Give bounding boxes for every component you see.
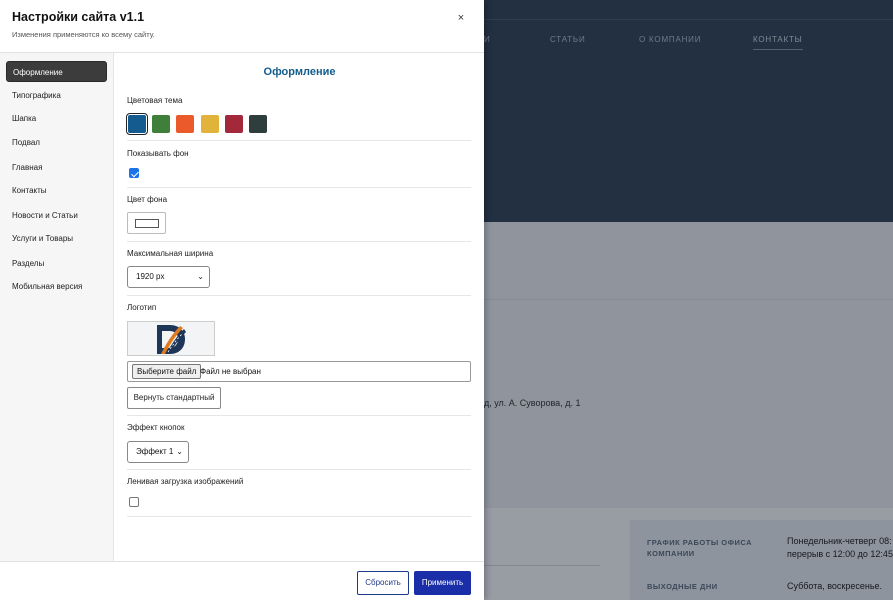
separator bbox=[127, 187, 471, 188]
file-status: Файл не выбран bbox=[200, 367, 261, 376]
chevron-down-icon: ⌄ bbox=[176, 447, 183, 456]
logo-image-icon bbox=[157, 325, 186, 354]
panel-subtitle: Изменения применяются ко всему сайту. bbox=[12, 30, 155, 39]
background-color-label: Цвет фона bbox=[127, 195, 168, 204]
sidebar-item-news-articles[interactable]: Новости и Статьи bbox=[6, 205, 107, 226]
color-swatch-green[interactable] bbox=[152, 115, 170, 133]
choose-file-button[interactable]: Выберите файл bbox=[132, 364, 202, 379]
sidebar-item-header[interactable]: Шапка bbox=[6, 108, 107, 129]
settings-panel: Настройки сайта v1.1 Изменения применяют… bbox=[0, 0, 484, 600]
lazy-load-checkbox[interactable] bbox=[129, 497, 139, 507]
button-effect-value: Эффект 1 bbox=[136, 447, 174, 456]
show-background-checkbox[interactable] bbox=[129, 168, 139, 178]
chevron-down-icon: ⌄ bbox=[197, 272, 204, 281]
panel-title: Настройки сайта v1.1 bbox=[12, 10, 145, 24]
sidebar-item-mobile[interactable]: Мобильная версия bbox=[6, 276, 107, 297]
separator bbox=[127, 140, 471, 141]
lazy-load-label: Ленивая загрузка изображений bbox=[127, 477, 244, 486]
max-width-select[interactable]: 1920 px ⌄ bbox=[127, 266, 210, 288]
panel-header: Настройки сайта v1.1 Изменения применяют… bbox=[0, 0, 484, 53]
sidebar-item-appearance[interactable]: Оформление bbox=[6, 61, 107, 82]
color-swatch-dark-slate[interactable] bbox=[249, 115, 267, 133]
reset-button[interactable]: Сбросить bbox=[357, 571, 409, 595]
color-swatch-crimson[interactable] bbox=[225, 115, 243, 133]
logo-file-input[interactable]: Выберите файл Файл не выбран bbox=[127, 361, 471, 382]
logo-preview bbox=[127, 321, 215, 356]
separator bbox=[127, 469, 471, 470]
close-icon[interactable]: × bbox=[453, 10, 469, 26]
settings-sidebar: Оформление Типографика Шапка Подвал Глав… bbox=[0, 53, 114, 561]
sidebar-item-contacts[interactable]: Контакты bbox=[6, 180, 107, 201]
panel-footer: Сбросить Применить bbox=[0, 561, 484, 600]
separator bbox=[127, 516, 471, 517]
color-swatch-orange[interactable] bbox=[176, 115, 194, 133]
show-background-label: Показывать фон bbox=[127, 149, 189, 158]
background-color-picker[interactable] bbox=[127, 212, 166, 234]
separator bbox=[127, 295, 471, 296]
sidebar-item-sections[interactable]: Разделы bbox=[6, 253, 107, 274]
button-effect-label: Эффект кнопок bbox=[127, 423, 185, 432]
apply-button[interactable]: Применить bbox=[414, 571, 471, 595]
max-width-value: 1920 px bbox=[136, 272, 165, 281]
settings-content: Оформление Цветовая тема Показывать фон … bbox=[115, 53, 484, 561]
max-width-label: Максимальная ширина bbox=[127, 249, 214, 258]
sidebar-item-services-products[interactable]: Услуги и Товары bbox=[6, 228, 107, 249]
sidebar-item-home[interactable]: Главная bbox=[6, 157, 107, 178]
sidebar-item-footer[interactable]: Подвал bbox=[6, 132, 107, 153]
background-color-preview bbox=[135, 219, 159, 228]
restore-default-logo-button[interactable]: Вернуть стандартный bbox=[127, 387, 221, 409]
logo-label: Логотип bbox=[127, 303, 157, 312]
separator bbox=[127, 241, 471, 242]
color-theme-label: Цветовая тема bbox=[127, 96, 183, 105]
button-effect-select[interactable]: Эффект 1 ⌄ bbox=[127, 441, 189, 463]
separator bbox=[127, 415, 471, 416]
color-swatch-blue[interactable] bbox=[126, 113, 148, 135]
color-swatch-yellow[interactable] bbox=[201, 115, 219, 133]
section-title: Оформление bbox=[263, 66, 336, 78]
sidebar-item-typography[interactable]: Типографика bbox=[6, 85, 107, 106]
